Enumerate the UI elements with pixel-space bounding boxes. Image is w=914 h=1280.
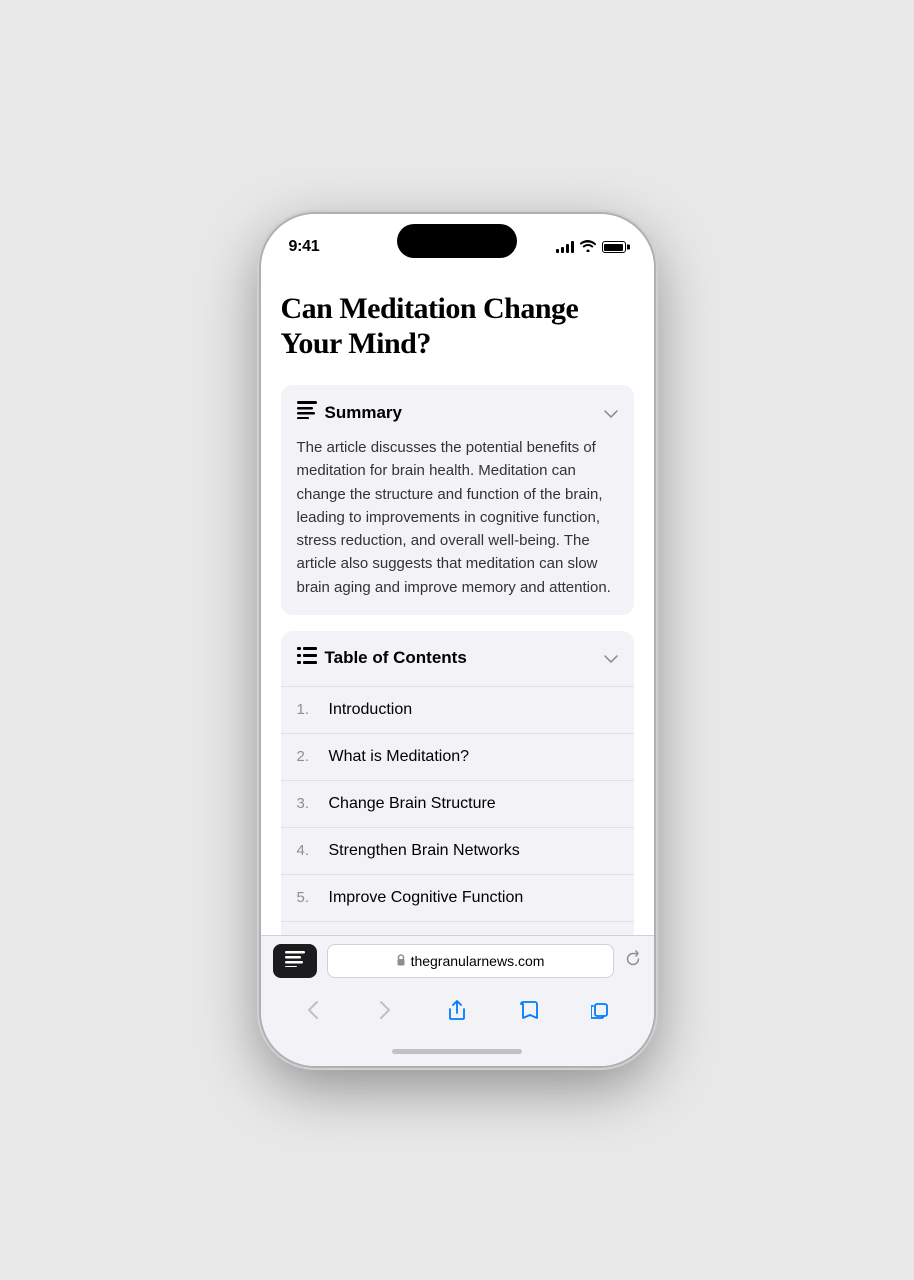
toc-item-6[interactable]: 6. Reduce Stress and Anxiety: [281, 921, 634, 935]
toc-number-2: 2.: [297, 748, 321, 765]
url-field[interactable]: thegranularnews.com: [327, 944, 614, 978]
toc-number-4: 4.: [297, 842, 321, 859]
wifi-icon: [580, 240, 596, 255]
toc-label-4: Strengthen Brain Networks: [329, 842, 618, 860]
nav-bar: [261, 986, 654, 1036]
summary-icon: [297, 401, 317, 424]
bookmarks-button[interactable]: [507, 992, 551, 1028]
toc-item-2[interactable]: 2. What is Meditation?: [281, 733, 634, 780]
phone-frame: 9:41 Can Meditation: [261, 214, 654, 1066]
lock-icon: [396, 954, 406, 969]
article-title: Can Meditation Change Your Mind?: [281, 292, 634, 361]
back-button[interactable]: [291, 992, 335, 1028]
reader-icon: [285, 951, 305, 972]
content-area[interactable]: Can Meditation Change Your Mind?: [261, 268, 654, 935]
toc-label-2: What is Meditation?: [329, 748, 618, 766]
safari-bar: thegranularnews.com: [261, 935, 654, 1066]
tabs-button[interactable]: [579, 992, 623, 1028]
toc-chevron-icon[interactable]: [604, 650, 618, 666]
toc-header-left: Table of Contents: [297, 647, 467, 670]
home-indicator: [261, 1036, 654, 1066]
url-text: thegranularnews.com: [411, 953, 545, 969]
status-bar: 9:41: [261, 214, 654, 268]
refresh-button[interactable]: [624, 950, 642, 973]
summary-header: Summary: [297, 401, 618, 424]
toc-icon: [297, 647, 317, 670]
toc-header: Table of Contents: [281, 631, 634, 686]
home-bar: [392, 1049, 522, 1054]
signal-icon: [556, 241, 574, 253]
url-bar-row: thegranularnews.com: [261, 936, 654, 986]
toc-number-1: 1.: [297, 701, 321, 718]
toc-number-5: 5.: [297, 889, 321, 906]
toc-label-1: Introduction: [329, 701, 618, 719]
toc-item-4[interactable]: 4. Strengthen Brain Networks: [281, 827, 634, 874]
reader-mode-button[interactable]: [273, 944, 317, 978]
toc-label-3: Change Brain Structure: [329, 795, 618, 813]
status-icons: [556, 240, 626, 255]
toc-item-1[interactable]: 1. Introduction: [281, 686, 634, 733]
toc-item-5[interactable]: 5. Improve Cognitive Function: [281, 874, 634, 921]
share-button[interactable]: [435, 992, 479, 1028]
status-time: 9:41: [289, 238, 320, 256]
toc-item-3[interactable]: 3. Change Brain Structure: [281, 780, 634, 827]
screen: 9:41 Can Meditation: [261, 214, 654, 1066]
toc-title: Table of Contents: [325, 648, 467, 668]
toc-number-3: 3.: [297, 795, 321, 812]
summary-title: Summary: [325, 403, 402, 423]
summary-body: The article discusses the potential bene…: [297, 436, 618, 599]
toc-label-5: Improve Cognitive Function: [329, 889, 618, 907]
summary-card: Summary The article discusses the potent…: [281, 385, 634, 615]
toc-card: Table of Contents 1. Introduction 2. Wha…: [281, 631, 634, 935]
dynamic-island: [397, 224, 517, 258]
summary-header-left: Summary: [297, 401, 402, 424]
battery-icon: [602, 241, 626, 253]
summary-chevron-icon[interactable]: [604, 405, 618, 421]
forward-button[interactable]: [363, 992, 407, 1028]
